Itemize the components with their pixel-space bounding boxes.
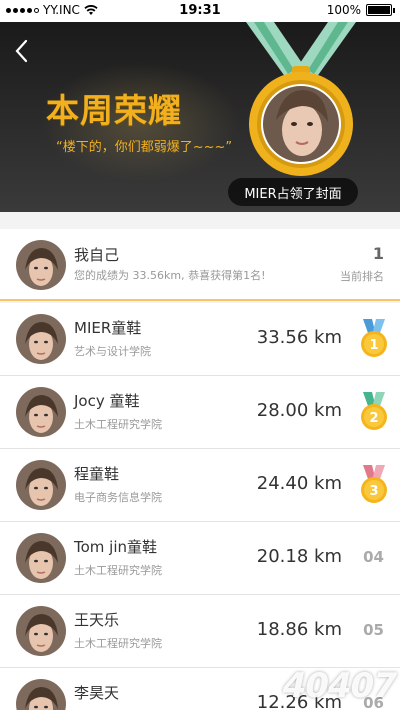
- runner-distance: 33.56 km: [256, 327, 342, 348]
- runner-school: 土木工程研究学院: [74, 564, 162, 577]
- weekly-honor-banner: 本周荣耀 “楼下的，你们都弱爆了~~~” MIER占领了封面: [0, 22, 400, 212]
- my-rank-label: 当前排名: [340, 270, 384, 283]
- avatar: [16, 533, 66, 583]
- runner-distance: 20.18 km: [256, 546, 342, 567]
- status-right: 100%: [326, 3, 395, 17]
- rank-number: 04: [363, 548, 384, 566]
- gold-medal-icon: 1: [361, 319, 387, 357]
- battery-icon: [366, 4, 395, 16]
- leaderboard-screen: YY.INC 19:31 100% 本周荣耀 “楼下的，你们都弱爆了~~~” M…: [0, 0, 400, 710]
- runner-name: Tom jin童鞋: [74, 538, 158, 556]
- my-name: 我自己: [74, 246, 120, 264]
- my-rank-value: 1: [372, 244, 384, 263]
- runner-name: 李昊天: [74, 684, 120, 702]
- avatar: [16, 240, 66, 290]
- my-rank-card[interactable]: 我自己 您的成绩为 33.56km, 恭喜获得第1名! 1 当前排名: [0, 229, 400, 301]
- back-arrow-icon[interactable]: [10, 36, 34, 66]
- ranking-row[interactable]: 程童鞋 电子商务信息学院 24.40 km 3: [0, 449, 400, 522]
- avatar: [16, 387, 66, 437]
- runner-name: 程童鞋: [74, 465, 120, 483]
- rank-number: 05: [363, 621, 384, 639]
- avatar: [16, 606, 66, 656]
- avatar: [16, 679, 66, 710]
- ranking-list: MIER童鞋 艺术与设计学院 33.56 km 1 Jocy 童鞋 土木工程研究…: [0, 303, 400, 710]
- runner-distance: 18.86 km: [256, 619, 342, 640]
- cover-badge: MIER占领了封面: [228, 178, 358, 206]
- my-result-text: 您的成绩为 33.56km, 恭喜获得第1名!: [74, 269, 266, 282]
- gold-medal-icon: [246, 22, 356, 176]
- banner-subtitle: “楼下的，你们都弱爆了~~~”: [56, 140, 233, 155]
- runner-distance: 24.40 km: [256, 473, 342, 494]
- runner-school: 电子商务信息学院: [74, 491, 162, 504]
- svg-text:2: 2: [369, 411, 378, 426]
- silver-medal-icon: 2: [361, 392, 387, 430]
- avatar: [16, 314, 66, 364]
- runner-school: 土木工程研究学院: [74, 637, 162, 650]
- battery-percent: 100%: [326, 3, 361, 17]
- runner-name: 王天乐: [74, 611, 120, 629]
- ranking-row[interactable]: Tom jin童鞋 土木工程研究学院 20.18 km 04: [0, 522, 400, 595]
- banner-title: 本周荣耀: [46, 91, 182, 130]
- ranking-row[interactable]: 王天乐 土木工程研究学院 18.86 km 05: [0, 595, 400, 668]
- ranking-row[interactable]: Jocy 童鞋 土木工程研究学院 28.00 km 2: [0, 376, 400, 449]
- ranking-row[interactable]: MIER童鞋 艺术与设计学院 33.56 km 1: [0, 303, 400, 376]
- svg-text:1: 1: [369, 338, 378, 353]
- runner-name: Jocy 童鞋: [74, 392, 140, 410]
- runner-school: 土木工程研究学院: [74, 418, 162, 431]
- runner-distance: 28.00 km: [256, 400, 342, 421]
- site-watermark: 40407: [282, 666, 397, 706]
- status-bar: YY.INC 19:31 100%: [0, 0, 400, 22]
- svg-text:3: 3: [369, 484, 378, 499]
- runner-school: 艺术与设计学院: [74, 345, 151, 358]
- bronze-medal-icon: 3: [361, 465, 387, 503]
- avatar: [16, 460, 66, 510]
- runner-name: MIER童鞋: [74, 319, 142, 337]
